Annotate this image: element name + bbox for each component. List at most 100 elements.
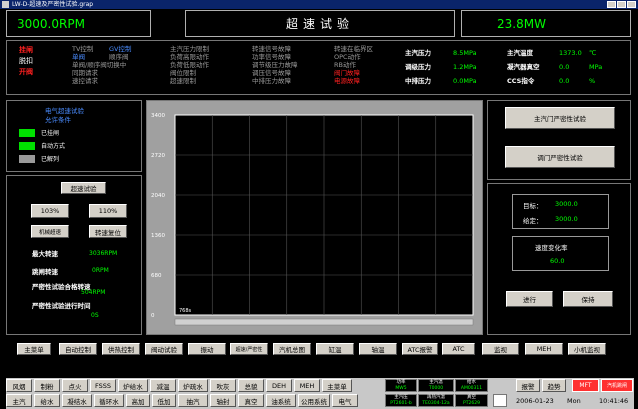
ccs-command-unit: % [589, 77, 596, 85]
readout-reheat-temp: 再热汽温 TE0304-12a [418, 394, 454, 407]
bb-electrical[interactable]: 电气 [332, 394, 358, 407]
main-steam-temp-unit: ℃ [589, 49, 597, 57]
hold-button[interactable]: 保持 [563, 291, 613, 307]
nav-atc[interactable]: ATC [442, 343, 475, 355]
bb-desuperheat[interactable]: 减温 [150, 379, 176, 392]
nav-meh[interactable]: MEH [525, 343, 563, 355]
auto-mode-label: 自动方式 [41, 143, 66, 150]
legend-auto-mode: 自动方式 [19, 141, 65, 150]
speed-trend-chart: 3400 2720 2040 1360 680 0 768s [146, 100, 483, 335]
nav-heating-control[interactable]: 供热控制 [102, 343, 140, 355]
main-steam-temp-value: 1373.0 [559, 49, 582, 57]
nav-turbine-overview[interactable]: 汽机总图 [273, 343, 311, 355]
maximize-button[interactable] [617, 1, 626, 8]
system-bottom-bar: 风烟 制粉 点火 FSSS 炉给水 减温 炉疏水 吹灰 总貌 DEH MEH 主… [6, 378, 634, 409]
bb-gland-seal[interactable]: 轴封 [210, 394, 236, 407]
nav-monitor[interactable]: 监视 [482, 343, 519, 355]
y-tick-label: 2720 [151, 153, 165, 159]
latched-label: 已挂闸 [41, 130, 60, 137]
status-speed-fault: 转速信号故障 [252, 45, 291, 53]
day-display: Mon [567, 396, 581, 405]
readout-vacuum-value: PT2629 [463, 401, 480, 406]
setpoint-label: 给定： [523, 217, 543, 225]
status-overspeed-limit: 超速限制 [170, 77, 196, 85]
bb-oil-system[interactable]: 油系统 [266, 394, 296, 407]
nav-valve-test[interactable]: 阀动试验 [145, 343, 183, 355]
tight-ok-speed-value: 504RPM [81, 289, 106, 296]
nav-main-menu[interactable]: 主菜单 [17, 343, 51, 355]
minimize-button[interactable] [607, 1, 616, 8]
condenser-vacuum-value: 0.0 [559, 63, 570, 71]
status-power-fault: 功率信号故障 [252, 53, 291, 61]
power-readout: 23.8MW [461, 10, 631, 37]
bb-boiler-feedwater[interactable]: 炉给水 [118, 379, 148, 392]
setpoint-panel: 目标： 3000.0 给定： 3000.0 速度变化率 60.0 进行 保持 [487, 183, 631, 335]
bb-condensate[interactable]: 凝结水 [62, 394, 92, 407]
close-button[interactable] [627, 1, 636, 8]
disconnected-indicator [19, 154, 35, 163]
navigation-bar: 主菜单 自动控制 供热控制 阀动试验 振动 超速/严密性 汽机总图 缸温 轴温 … [0, 343, 638, 357]
bb-hp-heater[interactable]: 高加 [126, 394, 150, 407]
rate-box: 速度变化率 60.0 [512, 236, 609, 271]
bb-deh[interactable]: DEH [266, 379, 292, 392]
target-label: 目标： [523, 202, 543, 210]
mechanical-overspeed-button[interactable]: 机械超速 [31, 225, 69, 238]
nav-vibration[interactable]: 振动 [188, 343, 226, 355]
status-latched: 挂闸 [19, 46, 33, 54]
speed-readout: 3000.0RPM [6, 10, 151, 37]
window-titlebar: LW-D-超速及严密性试验.grap [0, 0, 638, 9]
bb-main-steam[interactable]: 主汽 [6, 394, 32, 407]
bb-overview[interactable]: 总貌 [238, 379, 264, 392]
alarm-button[interactable]: 报警 [516, 379, 540, 392]
main-steam-temp-label: 主汽温度 [507, 49, 533, 57]
stage-pressure-value: 1.2MPa [453, 63, 477, 71]
status-reg-pressure-fault: 调压信号故障 [252, 69, 291, 77]
main-valve-tightness-button[interactable]: 主汽门严密性试验 [505, 107, 615, 129]
x-start-label: 768s [179, 308, 192, 314]
bb-common-system[interactable]: 公用系统 [298, 394, 330, 407]
tight-test-time-label: 严密性试验进行时间 [32, 302, 91, 310]
nav-overspeed-tightness[interactable]: 超速/严密性 [230, 343, 268, 355]
btn-110-percent[interactable]: 110% [89, 204, 127, 218]
rate-label: 速度变化率 [535, 244, 568, 252]
readout-feedwater: 给水 AM00311 [455, 379, 488, 392]
nav-small-turbine-monitor[interactable]: 小机监视 [568, 343, 606, 355]
trip-speed-label: 跳闸转速 [32, 268, 58, 276]
main-steam-pressure-value: 8.5MPa [453, 49, 477, 57]
btn-103-percent[interactable]: 103% [31, 204, 69, 218]
bb-vacuum[interactable]: 真空 [238, 394, 264, 407]
bb-flue-gas[interactable]: 风烟 [6, 379, 32, 392]
max-speed-label: 最大转速 [32, 250, 58, 258]
tightness-test-panel: 主汽门严密性试验 调门严密性试验 [487, 100, 631, 180]
overspeed-test-button[interactable]: 超速试验 [61, 182, 106, 194]
chart-scrollbar[interactable] [174, 318, 474, 326]
speed-reset-button[interactable]: 转速复位 [89, 225, 127, 238]
trend-button[interactable]: 趋势 [542, 379, 566, 392]
ccs-command-value: 0.0 [559, 77, 570, 85]
nav-cylinder-temp[interactable]: 缸温 [316, 343, 354, 355]
bb-lp-heater[interactable]: 低加 [152, 394, 176, 407]
bb-circulating-water[interactable]: 循环水 [94, 394, 124, 407]
nav-auto-control[interactable]: 自动控制 [59, 343, 97, 355]
rate-value[interactable]: 60.0 [550, 257, 564, 265]
bb-boiler-drain[interactable]: 炉疏水 [178, 379, 208, 392]
bb-ignition[interactable]: 点火 [62, 379, 88, 392]
permit-conditions-panel: 电气超速试验 允许条件 已挂闸 自动方式 已解列 [6, 100, 142, 172]
bb-soot-blow[interactable]: 吹灰 [210, 379, 236, 392]
nav-bearing-temp[interactable]: 轴温 [359, 343, 397, 355]
bb-pulverizing[interactable]: 制粉 [34, 379, 60, 392]
readout-power-value: MW5 [395, 386, 407, 391]
status-valve-switching: 单阀/顺序阀切换中 [72, 61, 127, 69]
target-value[interactable]: 3000.0 [555, 200, 578, 208]
bb-meh[interactable]: MEH [294, 379, 320, 392]
bb-fsss[interactable]: FSSS [90, 379, 116, 392]
status-exhaust-pressure-fault: 中排压力故障 [252, 77, 291, 85]
bb-extraction[interactable]: 抽汽 [178, 394, 208, 407]
nav-atc-alarm[interactable]: ATC报警 [402, 343, 438, 355]
governor-valve-tightness-button[interactable]: 调门严密性试验 [505, 146, 615, 168]
bb-feedwater[interactable]: 给水 [34, 394, 60, 407]
bb-main-menu[interactable]: 主菜单 [322, 379, 352, 392]
max-speed-value: 3036RPM [89, 250, 118, 257]
legend-latched: 已挂闸 [19, 128, 59, 137]
run-button[interactable]: 进行 [506, 291, 553, 307]
